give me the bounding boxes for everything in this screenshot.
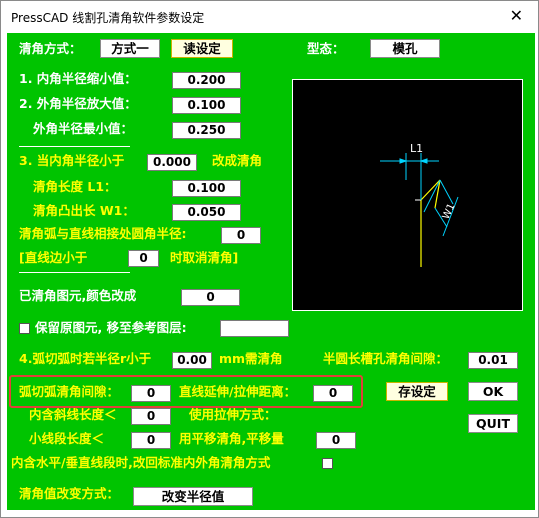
inner-shrink-label: 1. 内角半径缩小值： <box>19 71 137 86</box>
outer-min-label: 外角半径最小值： <box>33 121 134 136</box>
horiz-vert-label: 内含水平/垂直线段时,改回标准内外角清角方式 <box>11 455 271 470</box>
outer-enlarge-field[interactable]: 0.100 <box>172 97 241 114</box>
change-mode-label: 清角值改变方式： <box>19 486 120 501</box>
parallel-field[interactable]: 0 <box>316 432 356 449</box>
divider <box>19 146 130 147</box>
outer-enlarge-label: 2. 外角半径放大值： <box>19 96 137 111</box>
save-settings-button[interactable]: 存设定 <box>386 382 448 401</box>
protrude-label: 清角凸出长 W1： <box>33 203 135 218</box>
cancel-fillet-label: 时取消清角] <box>170 250 239 265</box>
settings-panel: 清角方式： 方式一 读设定 型态： 模孔 1. 内角半径缩小值： 0.200 2… <box>7 33 535 510</box>
arc-fillet-label: 清角弧与直线相接处圆角半径: <box>19 226 187 241</box>
arc-gap-field[interactable]: 0 <box>131 385 171 402</box>
color-change-field[interactable]: 0 <box>181 289 240 306</box>
extend-field[interactable]: 0 <box>313 385 353 402</box>
mm-label: mm需清角 <box>219 351 283 366</box>
change-clean-label: 改成清角 <box>212 153 263 168</box>
type-button[interactable]: 模孔 <box>370 39 440 58</box>
method-button[interactable]: 方式一 <box>100 39 160 58</box>
parallel-label: 用平移清角,平移量 <box>179 431 284 446</box>
close-icon[interactable]: ✕ <box>510 5 523 27</box>
corner-preview: L1 W1 <box>292 79 523 311</box>
quit-button[interactable]: QUIT <box>468 414 518 433</box>
inner-less-field[interactable]: 0.000 <box>147 154 197 171</box>
slot-gap-field[interactable]: 0.01 <box>468 352 518 369</box>
read-settings-button[interactable]: 读设定 <box>171 39 233 58</box>
short-seg-field[interactable]: 0 <box>131 432 171 449</box>
divider <box>19 272 130 273</box>
inner-less-label: 3. 当内角半径小于 <box>19 153 125 168</box>
inner-slant-label: 内含斜线长度＜ <box>29 407 117 422</box>
dialog-window: PressCAD 线割孔清角软件参数设定 ✕ 清角方式： 方式一 读设定 型态：… <box>0 0 539 518</box>
color-change-label: 已清角图元,颜色改成 <box>19 288 137 303</box>
arc-radius-label: 4.弧切弧时若半径r小于 <box>19 351 152 366</box>
reference-layer-field[interactable] <box>220 320 289 337</box>
arc-radius-field[interactable]: 0.00 <box>172 352 212 369</box>
extend-label: 直线延伸/拉伸距离： <box>179 384 297 399</box>
arc-gap-label: 弧切弧清角间隙： <box>19 384 120 399</box>
inner-shrink-field[interactable]: 0.200 <box>172 72 241 89</box>
dimension-lines <box>380 153 459 237</box>
clean-method-label: 清角方式： <box>19 41 82 56</box>
horiz-vert-checkbox[interactable] <box>322 458 333 469</box>
use-stretch-label: 使用拉伸方式： <box>189 407 277 422</box>
keep-original-label: 保留原图元, 移至参考图层: <box>35 320 187 335</box>
clean-length-field[interactable]: 0.100 <box>172 180 241 197</box>
corner-diagram: L1 W1 <box>380 142 459 267</box>
inner-slant-field[interactable]: 0 <box>131 408 171 425</box>
slot-gap-label: 半圆长槽孔清角间隙： <box>323 351 449 366</box>
short-seg-label: 小线段长度＜ <box>29 431 105 446</box>
ok-button[interactable]: OK <box>468 382 518 401</box>
outer-min-field[interactable]: 0.250 <box>172 122 241 139</box>
keep-original-checkbox[interactable] <box>19 323 30 334</box>
contour-lines <box>420 179 441 267</box>
change-radius-button[interactable]: 改变半径值 <box>133 487 253 506</box>
arc-fillet-field[interactable]: 0 <box>221 227 261 244</box>
type-label: 型态： <box>307 41 345 56</box>
title-bar: PressCAD 线割孔清角软件参数设定 ✕ <box>2 2 537 32</box>
l1-dimension-label: L1 <box>410 142 423 155</box>
window-title: PressCAD 线割孔清角软件参数设定 <box>11 11 205 25</box>
line-less-label: [直线边小于 <box>19 250 88 265</box>
protrude-field[interactable]: 0.050 <box>172 204 241 221</box>
line-less-field[interactable]: 0 <box>128 250 159 267</box>
clean-length-label: 清角长度 L1： <box>33 179 117 194</box>
